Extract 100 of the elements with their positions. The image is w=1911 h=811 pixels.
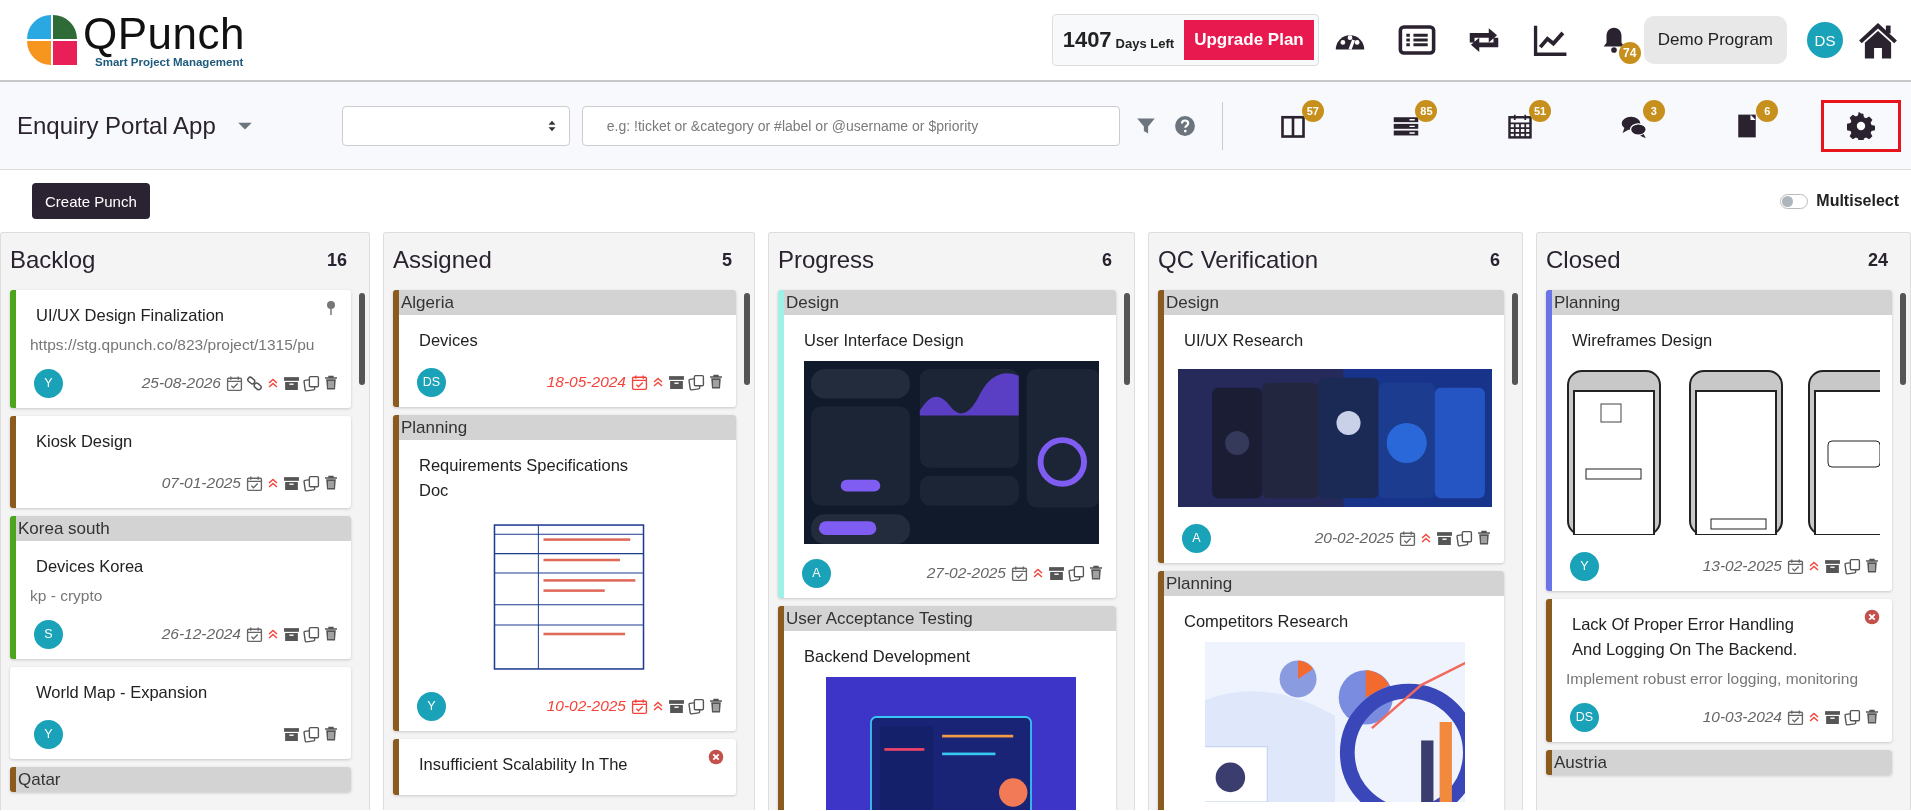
punch-card[interactable]: Planning Competitors Research	[1158, 571, 1504, 810]
group-header: Planning	[1164, 571, 1504, 596]
notification-count: 57	[1301, 99, 1324, 122]
double-chevron-icon	[266, 476, 280, 490]
calendar-check-icon[interactable]	[1787, 708, 1804, 726]
help-icon[interactable]	[1173, 114, 1196, 137]
card-title[interactable]: Devices Korea	[36, 554, 272, 579]
card-title[interactable]: Lack Of Proper Error Handling And Logging On The Backend.	[1572, 612, 1808, 662]
logo-icon	[25, 13, 79, 67]
card-title[interactable]: Wireframes Design	[1572, 328, 1808, 353]
calendar-check-icon[interactable]	[226, 374, 243, 392]
copy-icon[interactable]	[1068, 564, 1085, 582]
due-date: 18-05-2024	[546, 373, 626, 391]
double-chevron-icon	[1031, 566, 1045, 580]
scrollbar-thumb[interactable]	[1124, 293, 1130, 385]
create-punch-button[interactable]: Create Punch	[32, 183, 150, 219]
calendar-check-icon[interactable]	[1011, 564, 1028, 582]
calendar-check-icon[interactable]	[631, 373, 648, 391]
brand-name: QPunch	[83, 11, 245, 56]
trash-icon[interactable]	[323, 375, 339, 391]
toggle-switch[interactable]	[1780, 193, 1809, 209]
program-selector[interactable]: Demo Program	[1643, 16, 1787, 64]
card-title[interactable]: Devices	[419, 328, 655, 353]
calendar-check-icon[interactable]	[246, 625, 263, 643]
double-chevron-icon	[651, 699, 665, 713]
copy-icon[interactable]	[688, 697, 705, 715]
trash-icon[interactable]	[323, 726, 339, 742]
card-title[interactable]: Kiosk Design	[36, 429, 272, 454]
punch-card[interactable]: User Acceptance Testing Backend Development	[778, 606, 1116, 810]
archive-icon[interactable]	[283, 474, 300, 492]
copy-icon[interactable]	[303, 725, 320, 743]
card-title[interactable]: Insufficient Scalability In The	[419, 752, 655, 777]
archive-icon[interactable]	[1436, 529, 1453, 547]
calendar-check-icon[interactable]	[246, 474, 263, 492]
card-title[interactable]: UI/UX Research	[1184, 328, 1420, 353]
card-title[interactable]: User Interface Design	[804, 328, 1040, 353]
double-chevron-icon	[1807, 559, 1821, 573]
scrollbar-thumb[interactable]	[744, 293, 750, 385]
trash-icon[interactable]	[323, 626, 339, 642]
punch-card[interactable]: Planning Requirements Specifications Doc Y 10-02-2025	[393, 415, 736, 731]
days-count: 1407	[1062, 27, 1112, 53]
punch-card[interactable]: UI/UX Design Finalization https://stg.qpunch.co/823/project/1315/pu Y 25-08-2026	[10, 290, 351, 408]
punch-card[interactable]: World Map - Expansion Y	[10, 667, 351, 759]
punch-card[interactable]: Design UI/UX Research A 20-02-2025	[1158, 290, 1504, 563]
trash-icon[interactable]	[1476, 530, 1492, 546]
archive-icon[interactable]	[283, 725, 300, 743]
trash-icon[interactable]	[323, 475, 339, 491]
punch-card[interactable]: Kiosk Design 07-01-2025	[10, 416, 351, 508]
link-icon[interactable]	[246, 374, 263, 392]
calendar-check-icon[interactable]	[631, 697, 648, 715]
card-title[interactable]: UI/UX Design Finalization	[36, 303, 272, 328]
trash-icon[interactable]	[708, 374, 724, 390]
group-header: Korea south	[16, 516, 351, 541]
card-title[interactable]: Competitors Research	[1184, 609, 1420, 634]
trash-icon[interactable]	[708, 698, 724, 714]
search-field[interactable]: e.g: !ticket or &category or #label or @username or $priority	[581, 105, 1120, 146]
archive-icon[interactable]	[283, 625, 300, 643]
archive-icon[interactable]	[668, 697, 685, 715]
copy-icon[interactable]	[1456, 529, 1473, 547]
scrollbar-thumb[interactable]	[359, 293, 365, 385]
view-button[interactable]	[1821, 99, 1901, 152]
card-title[interactable]: Requirements Specifications Doc	[419, 453, 655, 503]
punch-card[interactable]: Insufficient Scalability In The	[393, 739, 736, 795]
archive-icon[interactable]	[1824, 708, 1841, 726]
scrollbar-thumb[interactable]	[1900, 293, 1906, 385]
trash-icon[interactable]	[1864, 709, 1880, 725]
archive-icon[interactable]	[1824, 557, 1841, 575]
copy-icon[interactable]	[303, 374, 320, 392]
copy-icon[interactable]	[1844, 708, 1861, 726]
copy-icon[interactable]	[303, 474, 320, 492]
card-title[interactable]: Backend Development	[804, 644, 1040, 669]
scrollbar-thumb[interactable]	[1512, 293, 1518, 385]
punch-card[interactable]: Korea south Devices Korea kp - crypto S 26-12-2024	[10, 516, 351, 659]
due-date: 25-08-2026	[141, 374, 221, 392]
project-title[interactable]: Enquiry Portal App	[17, 111, 216, 140]
punch-card[interactable]: Lack Of Proper Error Handling And Logging On The Backend. Implement robust error logging, monitoring DS 10-03-2024	[1546, 599, 1892, 742]
copy-icon[interactable]	[1844, 557, 1861, 575]
calendar-check-icon[interactable]	[1399, 529, 1416, 547]
due-date: 07-01-2025	[161, 474, 241, 492]
calendar-check-icon[interactable]	[1787, 557, 1804, 575]
archive-icon[interactable]	[668, 373, 685, 391]
due-date: 13-02-2025	[1702, 557, 1782, 575]
double-chevron-icon	[1419, 531, 1433, 545]
close-icon[interactable]	[708, 749, 724, 765]
copy-icon[interactable]	[303, 625, 320, 643]
trash-icon[interactable]	[1864, 558, 1880, 574]
card-title[interactable]: World Map - Expansion	[36, 680, 272, 705]
group-header: Algeria	[399, 290, 736, 315]
punch-card[interactable]: Algeria Devices DS 18-05-2024	[393, 290, 736, 407]
copy-icon[interactable]	[688, 373, 705, 391]
upgrade-button[interactable]: Upgrade Plan	[1184, 20, 1314, 60]
column-count: 24	[1867, 249, 1888, 271]
archive-icon[interactable]	[283, 374, 300, 392]
column-count: 5	[722, 249, 732, 271]
punch-card[interactable]: Design User Interface Design A 27-02-2025	[778, 290, 1116, 598]
archive-icon[interactable]	[1048, 564, 1065, 582]
close-icon[interactable]	[1864, 609, 1880, 625]
punch-card[interactable]: Planning Wireframes Design Y 13-02-2025	[1546, 290, 1892, 591]
trash-icon[interactable]	[1088, 565, 1104, 581]
column-title: Progress	[778, 246, 875, 274]
